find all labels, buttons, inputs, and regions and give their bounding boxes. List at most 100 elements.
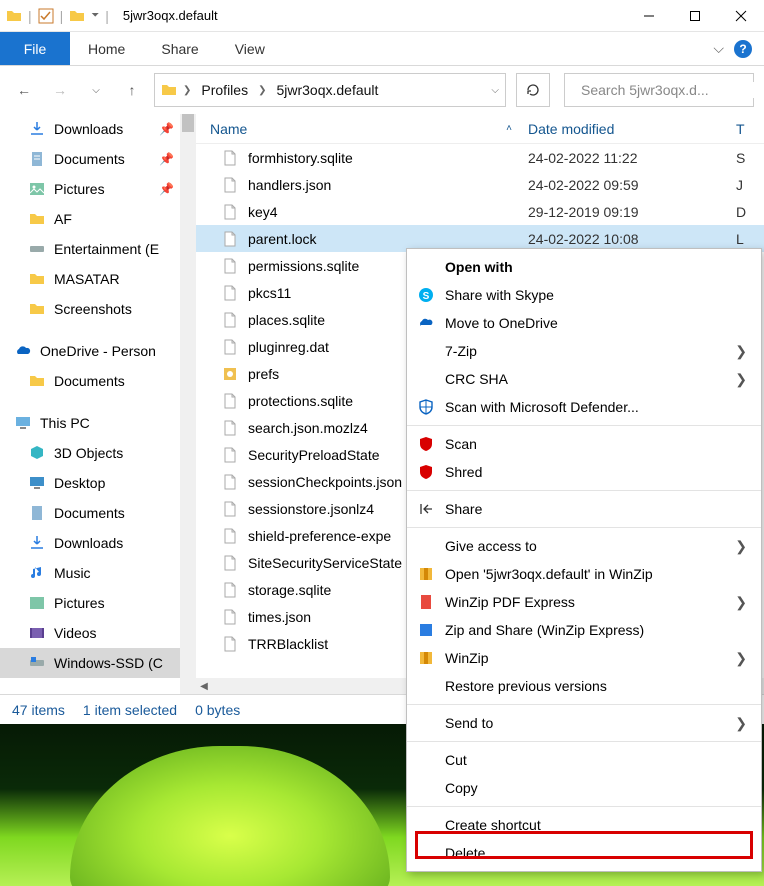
- nav-scrollbar[interactable]: [180, 114, 196, 694]
- drive-icon: [28, 654, 46, 672]
- nav-label: Documents: [54, 373, 125, 389]
- nav-item-folder[interactable]: Screenshots: [0, 294, 196, 324]
- file-name: formhistory.sqlite: [248, 150, 353, 166]
- mcafee-icon: [417, 463, 435, 481]
- nav-item-this-pc[interactable]: This PC: [0, 408, 196, 438]
- nav-item-folder[interactable]: MASATAR: [0, 264, 196, 294]
- chevron-right-icon: ❯: [735, 371, 747, 388]
- status-item-count: 47 items: [12, 702, 65, 718]
- nav-item-folder[interactable]: Documents: [0, 366, 196, 396]
- ribbon: File Home Share View ⌵ ?: [0, 32, 764, 66]
- up-button[interactable]: ↑: [118, 76, 146, 104]
- nav-item-music[interactable]: Music: [0, 558, 196, 588]
- documents-icon: [28, 504, 46, 522]
- column-name[interactable]: Name˄: [196, 121, 522, 137]
- menu-cut[interactable]: Cut: [407, 746, 761, 774]
- nav-item-windows-ssd[interactable]: Windows-SSD (C: [0, 648, 196, 678]
- chevron-down-icon[interactable]: ⌵: [491, 85, 499, 96]
- forward-button[interactable]: →: [46, 76, 74, 104]
- menu-7zip[interactable]: 7-Zip❯: [407, 337, 761, 365]
- menu-mcafee-shred[interactable]: Shred: [407, 458, 761, 486]
- nav-item-3d-objects[interactable]: 3D Objects: [0, 438, 196, 468]
- window-title: 5jwr3oqx.default: [115, 8, 218, 23]
- help-icon[interactable]: ?: [734, 40, 752, 58]
- context-menu: Open with SShare with Skype Move to OneD…: [406, 248, 762, 872]
- file-name: sessionCheckpoints.json: [248, 474, 402, 490]
- maximize-button[interactable]: [672, 0, 718, 32]
- menu-mcafee-scan[interactable]: Scan: [407, 430, 761, 458]
- status-size: 0 bytes: [195, 702, 240, 718]
- menu-defender[interactable]: Scan with Microsoft Defender...: [407, 393, 761, 421]
- file-name: permissions.sqlite: [248, 258, 359, 274]
- menu-crc-sha[interactable]: CRC SHA❯: [407, 365, 761, 393]
- file-name: pluginreg.dat: [248, 339, 329, 355]
- back-button[interactable]: ←: [10, 76, 38, 104]
- menu-winzip-pdf[interactable]: WinZip PDF Express❯: [407, 588, 761, 616]
- this-pc-icon: [14, 414, 32, 432]
- nav-label: Documents: [54, 505, 125, 521]
- column-date[interactable]: Date modified: [522, 121, 736, 137]
- menu-winzip[interactable]: WinZip❯: [407, 644, 761, 672]
- nav-item-pictures[interactable]: Pictures📌: [0, 174, 196, 204]
- qat-overflow-icon[interactable]: ⏷: [91, 10, 99, 21]
- downloads-icon: [28, 120, 46, 138]
- nav-item-folder[interactable]: AF: [0, 204, 196, 234]
- pdf-icon: [417, 593, 435, 611]
- onedrive-icon: [14, 342, 32, 360]
- nav-item-drive[interactable]: Entertainment (E: [0, 234, 196, 264]
- checkbox-icon[interactable]: [38, 8, 54, 24]
- file-name: SecurityPreloadState: [248, 447, 380, 463]
- file-icon: [222, 150, 238, 166]
- menu-send-to[interactable]: Send to❯: [407, 709, 761, 737]
- menu-share-skype[interactable]: SShare with Skype: [407, 281, 761, 309]
- menu-open-winzip[interactable]: Open '5jwr3oqx.default' in WinZip: [407, 560, 761, 588]
- ribbon-collapse-icon[interactable]: ⌵: [713, 40, 724, 57]
- file-icon: [222, 258, 238, 274]
- chevron-right-icon: ❯: [735, 343, 747, 360]
- file-row[interactable]: formhistory.sqlite24-02-2022 11:22S: [196, 144, 764, 171]
- tab-share[interactable]: Share: [143, 32, 216, 65]
- nav-item-desktop[interactable]: Desktop: [0, 468, 196, 498]
- music-icon: [28, 564, 46, 582]
- chevron-right-icon[interactable]: ❯: [183, 85, 191, 96]
- nav-item-pictures[interactable]: Pictures: [0, 588, 196, 618]
- close-button[interactable]: [718, 0, 764, 32]
- menu-restore-versions[interactable]: Restore previous versions: [407, 672, 761, 700]
- nav-label: MASATAR: [54, 271, 120, 287]
- nav-label: Documents: [54, 151, 125, 167]
- file-name: SiteSecurityServiceState: [248, 555, 402, 571]
- file-row[interactable]: key429-12-2019 09:19D: [196, 198, 764, 225]
- chevron-right-icon[interactable]: ❯: [258, 85, 266, 96]
- nav-item-documents[interactable]: Documents: [0, 498, 196, 528]
- tab-home[interactable]: Home: [70, 32, 143, 65]
- search-box[interactable]: [564, 73, 754, 107]
- videos-icon: [28, 624, 46, 642]
- chevron-right-icon: ❯: [735, 650, 747, 667]
- folder-icon: [28, 210, 46, 228]
- menu-move-onedrive[interactable]: Move to OneDrive: [407, 309, 761, 337]
- menu-share[interactable]: Share: [407, 495, 761, 523]
- column-type[interactable]: T: [736, 121, 764, 137]
- nav-item-videos[interactable]: Videos: [0, 618, 196, 648]
- recent-locations-icon[interactable]: ⌵: [82, 76, 110, 104]
- search-input[interactable]: [581, 82, 762, 98]
- address-bar[interactable]: ❯ Profiles ❯ 5jwr3oqx.default ⌵: [154, 73, 506, 107]
- menu-give-access[interactable]: Give access to❯: [407, 532, 761, 560]
- nav-item-downloads[interactable]: Downloads📌: [0, 114, 196, 144]
- nav-label: Pictures: [54, 595, 105, 611]
- menu-zip-share[interactable]: Zip and Share (WinZip Express): [407, 616, 761, 644]
- minimize-button[interactable]: [626, 0, 672, 32]
- file-row[interactable]: handlers.json24-02-2022 09:59J: [196, 171, 764, 198]
- refresh-button[interactable]: [516, 73, 550, 107]
- scroll-left-icon[interactable]: ◀: [196, 681, 212, 692]
- file-type: J: [736, 177, 764, 193]
- file-tab[interactable]: File: [0, 32, 70, 65]
- nav-item-documents[interactable]: Documents📌: [0, 144, 196, 174]
- nav-item-downloads[interactable]: Downloads: [0, 528, 196, 558]
- breadcrumb[interactable]: Profiles: [197, 82, 252, 98]
- menu-copy[interactable]: Copy: [407, 774, 761, 802]
- menu-open-with[interactable]: Open with: [407, 253, 761, 281]
- nav-item-onedrive[interactable]: OneDrive - Person: [0, 336, 196, 366]
- breadcrumb[interactable]: 5jwr3oqx.default: [272, 82, 382, 98]
- tab-view[interactable]: View: [217, 32, 283, 65]
